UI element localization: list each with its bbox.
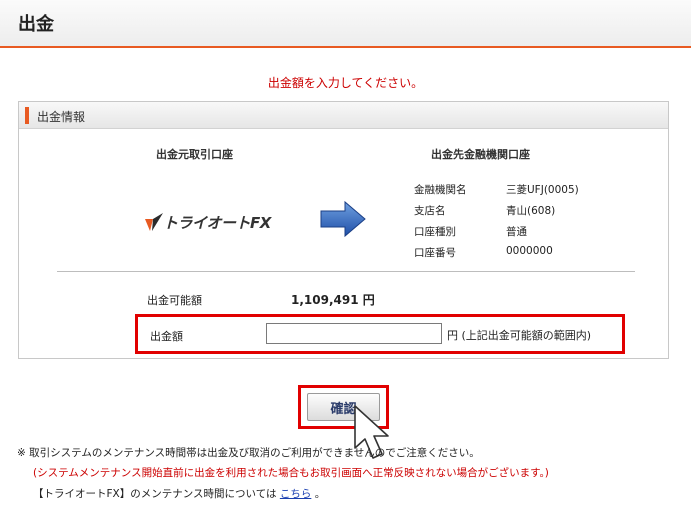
withdrawal-info-panel: 出金情報 出金元取引口座 出金先金融機関口座 トライオートFX 金融機関名 三菱…	[18, 101, 669, 359]
maintenance-schedule-link[interactable]: こちら	[280, 488, 312, 500]
page-header: 出金	[0, 0, 691, 48]
withdrawal-amount-unit: 円 (上記出金可能額の範囲内)	[447, 329, 592, 342]
logo-mark-icon	[145, 213, 163, 231]
logo-text: トライオートFX	[163, 214, 271, 232]
withdrawal-amount-label: 出金額	[150, 330, 183, 343]
page-title: 出金	[18, 14, 54, 35]
panel-header: 出金情報	[19, 102, 668, 129]
arrow-right-icon	[320, 200, 366, 238]
maintenance-warning: (システムメンテナンス開始直前に出金を利用された場合もお取引画面へ正常反映されな…	[33, 467, 549, 479]
source-account-heading: 出金元取引口座	[156, 148, 233, 161]
maintenance-link-line: 【トライオートFX】のメンテナンス時間については こちら 。	[33, 488, 326, 500]
available-amount-label: 出金可能額	[147, 294, 202, 307]
available-amount-value: 1,109,491 円	[291, 293, 375, 307]
instruction-message: 出金額を入力してください。	[267, 76, 424, 90]
destination-account-heading: 出金先金融機関口座	[431, 148, 530, 161]
panel-accent-bar	[25, 107, 29, 124]
panel-title: 出金情報	[37, 110, 86, 124]
triauto-fx-logo: トライオートFX	[143, 210, 283, 234]
withdrawal-amount-highlight: 出金額 円 (上記出金可能額の範囲内)	[135, 314, 625, 354]
withdrawal-amount-input[interactable]	[266, 323, 442, 344]
panel-divider	[57, 271, 635, 272]
maintenance-notice: ※ 取引システムのメンテナンス時間帯は出金及び取消のご利用ができませんのでご注意…	[17, 447, 480, 459]
